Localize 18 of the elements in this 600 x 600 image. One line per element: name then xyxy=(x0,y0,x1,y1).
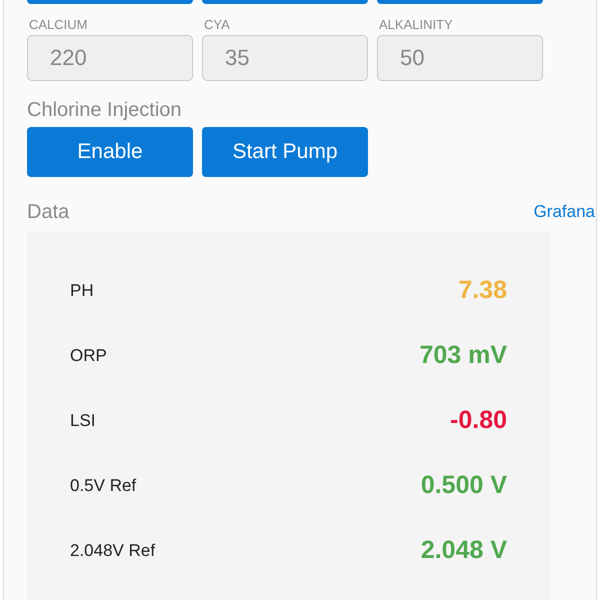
field-label: CALCIUM xyxy=(29,16,89,34)
field-label: ALKALINITY xyxy=(379,16,454,34)
reading-name: 0.5V Ref xyxy=(70,476,136,496)
section-title: Chlorine Injection xyxy=(27,98,183,123)
grafana-link[interactable]: Grafana xyxy=(534,202,595,222)
reading-value: -0.80 xyxy=(450,406,507,435)
action-button[interactable]: Enable xyxy=(27,127,193,177)
field-label: CYA xyxy=(204,16,231,34)
reading-value: 2.048 V xyxy=(420,536,507,565)
action-button[interactable]: Start Pump xyxy=(202,127,368,177)
reading-name: LSI xyxy=(70,410,96,430)
section-title: Data xyxy=(27,200,70,224)
reading-name: PH xyxy=(70,280,94,300)
reading-name: 2.048V Ref xyxy=(70,540,156,560)
reading-value: 7.38 xyxy=(458,276,507,305)
reading-name: ORP xyxy=(70,346,107,366)
reading-value: 703 mV xyxy=(419,341,507,370)
reading-value: 0.500 V xyxy=(420,471,507,500)
